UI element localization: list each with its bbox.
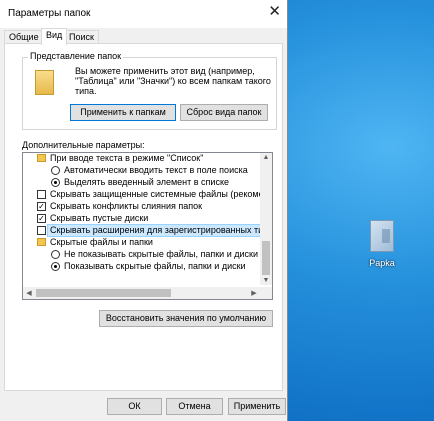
option-hide-merge-conflicts[interactable]: ✓ Скрывать конфликты слияния папок xyxy=(23,201,259,212)
tree-item-label: Скрывать расширения для зарегистрированн… xyxy=(47,224,273,237)
option-hide-extensions[interactable]: Скрывать расширения для зарегистрированн… xyxy=(23,224,272,237)
option-dont-show-hidden[interactable]: Не показывать скрытые файлы, папки и дис… xyxy=(23,249,259,260)
tree-item-label: Не показывать скрытые файлы, папки и дис… xyxy=(64,249,258,259)
desktop-icon-label: Papka xyxy=(369,258,395,268)
folder-icon xyxy=(37,154,46,162)
chevron-up-icon[interactable]: ▲ xyxy=(260,154,272,161)
advanced-settings-label: Дополнительные параметры: xyxy=(22,140,145,150)
ok-button[interactable]: ОК xyxy=(107,398,162,415)
option-show-hidden[interactable]: Показывать скрытые файлы, папки и диски xyxy=(23,261,259,272)
tab-general[interactable]: Общие xyxy=(4,30,44,44)
desktop-folder-shortcut[interactable]: Papka xyxy=(362,220,402,268)
tree-item-label: Скрывать пустые диски xyxy=(50,213,149,223)
option-auto-type-search[interactable]: Автоматически вводить текст в поле поиск… xyxy=(23,165,259,176)
tree-group-hidden-files: Скрытые файлы и папки xyxy=(23,237,259,248)
tree-item-label: Автоматически вводить текст в поле поиск… xyxy=(64,165,248,175)
check-icon[interactable]: ✓ xyxy=(37,214,46,223)
advanced-settings-tree[interactable]: При вводе текста в режиме "Список" Автом… xyxy=(22,152,273,300)
folder-icon xyxy=(35,70,54,95)
tab-search[interactable]: Поиск xyxy=(64,30,99,44)
vertical-scrollbar[interactable]: ▲ ▼ xyxy=(260,153,272,285)
check-icon[interactable]: ✓ xyxy=(37,202,46,211)
tree-item-label: Скрывать конфликты слияния папок xyxy=(50,201,203,211)
tree-item-label: Скрывать защищенные системные файлы (рек… xyxy=(50,189,269,199)
folder-icon xyxy=(37,238,46,246)
cancel-button[interactable]: Отмена xyxy=(166,398,223,415)
folder-icon xyxy=(370,220,394,252)
option-hide-empty-drives[interactable]: ✓ Скрывать пустые диски xyxy=(23,213,259,224)
radio-show-hidden[interactable] xyxy=(51,262,60,271)
horizontal-scroll-thumb[interactable] xyxy=(36,289,171,297)
option-select-typed-item[interactable]: Выделять введенный элемент в списке xyxy=(23,177,259,188)
restore-defaults-button[interactable]: Восстановить значения по умолчанию xyxy=(99,310,273,327)
folder-view-group-title: Представление папок xyxy=(28,51,124,61)
chevron-left-icon[interactable]: ◀ xyxy=(23,289,35,297)
apply-to-folders-button[interactable]: Применить к папкам xyxy=(70,104,176,121)
chevron-down-icon[interactable]: ▼ xyxy=(260,277,272,284)
vertical-scroll-thumb[interactable] xyxy=(262,241,270,275)
folder-options-dialog: Параметры папок ✕ Общие Вид Поиск Предст… xyxy=(0,0,288,421)
tab-view[interactable]: Вид xyxy=(41,28,68,45)
chevron-right-icon[interactable]: ▶ xyxy=(248,289,260,297)
tree-item-label: Скрытые файлы и папки xyxy=(50,237,153,247)
option-hide-protected-files[interactable]: Скрывать защищенные системные файлы (рек… xyxy=(23,189,269,200)
tree-item-label: Показывать скрытые файлы, папки и диски xyxy=(64,261,246,271)
title-bar: Параметры папок ✕ xyxy=(0,0,287,28)
radio-select-typed-item[interactable] xyxy=(51,178,60,187)
close-icon[interactable]: ✕ xyxy=(268,4,281,19)
tree-item-label: При вводе текста в режиме "Список" xyxy=(50,153,204,163)
folder-view-description: Вы можете применить этот вид (например, … xyxy=(75,66,271,96)
radio-auto-type-search[interactable] xyxy=(51,166,60,175)
window-title: Параметры папок xyxy=(8,8,91,19)
horizontal-scrollbar[interactable]: ◀ ▶ xyxy=(23,287,272,299)
reset-folders-button[interactable]: Сброс вида папок xyxy=(180,104,268,121)
tree-group-list-typing: При вводе текста в режиме "Список" xyxy=(23,153,259,164)
apply-button[interactable]: Применить xyxy=(228,398,286,415)
checkbox-hide-extensions[interactable] xyxy=(37,226,46,235)
checkbox-hide-protected-files[interactable] xyxy=(37,190,46,199)
tree-item-label: Выделять введенный элемент в списке xyxy=(64,177,229,187)
radio-dont-show-hidden[interactable] xyxy=(51,250,60,259)
